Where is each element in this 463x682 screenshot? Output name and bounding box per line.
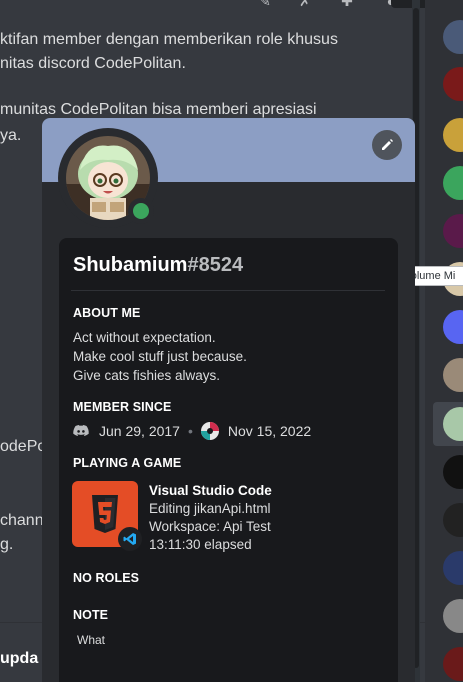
about-line: Give cats fishies always. [73, 368, 221, 383]
server-join-date: Nov 15, 2022 [227, 423, 312, 439]
member-avatar[interactable] [443, 310, 463, 344]
member-avatar[interactable] [443, 599, 463, 633]
chat-line: ya. [0, 127, 22, 144]
threads-icon[interactable]: ✎ [256, 0, 274, 8]
chat-line: g. [0, 536, 14, 553]
divider [71, 290, 385, 291]
game-elapsed: 13:11:30 elapsed [149, 537, 252, 552]
note-input[interactable]: What [77, 633, 105, 647]
note-heading: NOTE [73, 608, 109, 622]
member-avatar[interactable] [443, 166, 463, 200]
member-avatar[interactable] [443, 214, 463, 248]
about-me-text: Act without expectation. Make cool stuff… [73, 328, 247, 385]
discord-join-date: Jun 29, 2017 [99, 423, 180, 439]
member-avatar[interactable] [443, 20, 463, 54]
member-avatar[interactable] [443, 118, 463, 152]
member-avatar[interactable] [443, 358, 463, 392]
separator-dot: • [187, 423, 193, 439]
vscode-icon [118, 527, 142, 551]
profile-body: Shubamium#8524 ABOUT ME Act without expe… [59, 238, 398, 682]
username-text: Shubamium [73, 254, 188, 276]
chat-line: munitas CodePolitan bisa memberi apresia… [0, 101, 317, 118]
playing-heading: PLAYING A GAME [73, 456, 182, 470]
member-avatar[interactable] [443, 551, 463, 585]
edit-profile-button[interactable] [372, 130, 402, 160]
chat-line: chann [0, 512, 44, 529]
game-state: Workspace: Api Test [149, 519, 271, 534]
chat-line-bold: upda [0, 650, 39, 667]
online-status-icon [133, 203, 149, 219]
pin-icon[interactable]: ✚ [338, 0, 356, 8]
member-since-heading: MEMBER SINCE [73, 400, 172, 414]
member-avatar[interactable] [443, 647, 463, 681]
game-name: Visual Studio Code [149, 483, 272, 498]
chat-line: odePo [0, 438, 47, 455]
member-avatar[interactable] [443, 67, 463, 101]
game-details: Editing jikanApi.html [149, 501, 271, 516]
status-indicator [128, 198, 154, 224]
notification-mute-icon[interactable]: ✗ [296, 0, 314, 8]
chat-line: nitas discord CodePolitan. [0, 55, 186, 72]
avatar-frame [58, 128, 158, 228]
member-since-row: Jun 29, 2017 • Nov 15, 2022 [73, 421, 311, 441]
profile-username[interactable]: Shubamium#8524 [73, 254, 243, 277]
channel-header: ✎ ✗ ✚ ● [0, 0, 425, 14]
server-icon [200, 422, 219, 440]
about-line: Make cool stuff just because. [73, 349, 247, 364]
chat-line: ktifan member dengan memberikan role khu… [0, 31, 338, 48]
roles-heading: NO ROLES [73, 571, 140, 585]
member-list [425, 0, 463, 682]
pencil-icon [382, 139, 393, 150]
activity-details: Visual Studio Code Editing jikanApi.html… [149, 482, 272, 554]
member-avatar[interactable] [443, 455, 463, 489]
member-avatar[interactable] [443, 503, 463, 537]
user-profile-popout: Shubamium#8524 ABOUT ME Act without expe… [42, 118, 415, 682]
about-me-heading: ABOUT ME [73, 306, 141, 320]
about-line: Act without expectation. [73, 330, 216, 345]
discriminator: #8524 [187, 254, 244, 276]
discord-icon [73, 425, 89, 436]
